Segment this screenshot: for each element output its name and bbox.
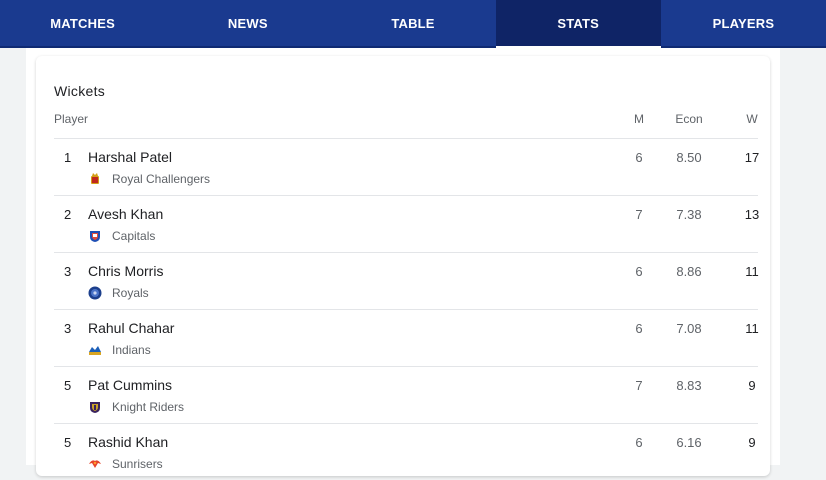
player-rank: 1 — [64, 150, 72, 165]
economy-value: 8.50 — [676, 150, 702, 165]
team-name: Sunrisers — [112, 457, 163, 471]
wickets-value: 13 — [744, 207, 760, 222]
player-team: Indians — [88, 343, 151, 357]
player-rank: 3 — [64, 321, 72, 336]
tab-matches[interactable]: MATCHES — [0, 0, 165, 46]
economy-value: 7.08 — [676, 321, 702, 336]
header-matches: M — [634, 112, 644, 126]
team-name: Knight Riders — [112, 400, 185, 414]
player-name[interactable]: Chris Morris — [88, 263, 163, 279]
player-rank: 5 — [64, 435, 72, 450]
matches-value: 7 — [635, 378, 643, 393]
header-wickets: W — [746, 112, 758, 126]
player-rank: 3 — [64, 264, 72, 279]
indians-logo-icon — [88, 343, 102, 357]
wickets-table: 1 Harshal Patel Royal Challengers 6 8.50… — [54, 138, 759, 480]
table-row[interactable]: 3 Rahul Chahar Indians 6 7.08 11 — [54, 309, 759, 366]
knight-riders-logo-icon — [88, 400, 102, 414]
table-row[interactable]: 5 Pat Cummins Knight Riders 7 8.83 9 — [54, 366, 758, 423]
table-row[interactable]: 1 Harshal Patel Royal Challengers 6 8.50… — [54, 138, 759, 195]
team-name: Capitals — [112, 229, 156, 243]
table-row[interactable]: 3 Chris Morris Royals 6 8.86 11 — [54, 252, 759, 309]
matches-value: 6 — [635, 321, 643, 336]
matches-value: 6 — [635, 435, 643, 450]
team-name: Indians — [112, 343, 151, 357]
player-name[interactable]: Rahul Chahar — [88, 320, 174, 336]
team-name: Royals — [112, 286, 149, 300]
player-team: Knight Riders — [88, 400, 184, 414]
tab-table[interactable]: TABLE — [330, 0, 495, 46]
table-header: Player M Econ W — [54, 112, 758, 138]
capitals-logo-icon — [88, 229, 102, 243]
table-row[interactable]: 5 Rashid Khan Sunrisers 6 6.16 9 — [54, 423, 758, 480]
tab-players[interactable]: PLAYERS — [661, 0, 826, 46]
card-title: Wickets — [54, 83, 106, 99]
player-team: Sunrisers — [88, 457, 163, 471]
header-economy: Econ — [675, 112, 703, 126]
economy-value: 8.86 — [676, 264, 702, 279]
sunrisers-logo-icon — [88, 457, 102, 471]
player-name[interactable]: Harshal Patel — [88, 149, 172, 165]
player-name[interactable]: Rashid Khan — [88, 434, 168, 450]
content-area: Wickets Player M Econ W 1 Harshal Patel … — [26, 48, 780, 476]
wickets-value: 9 — [748, 378, 756, 393]
tab-stats[interactable]: STATS — [495, 0, 661, 48]
player-team: Capitals — [88, 229, 155, 243]
wickets-value: 9 — [748, 435, 756, 450]
economy-value: 8.83 — [676, 378, 702, 393]
player-team: Royal Challengers — [88, 172, 210, 186]
wickets-card: Wickets Player M Econ W 1 Harshal Patel … — [36, 56, 770, 476]
matches-value: 6 — [635, 264, 643, 279]
table-row[interactable]: 2 Avesh Khan Capitals 7 7.38 13 — [54, 195, 759, 252]
player-rank: 5 — [64, 378, 72, 393]
wickets-value: 11 — [745, 264, 759, 279]
team-name: Royal Challengers — [112, 172, 211, 186]
economy-value: 7.38 — [676, 207, 702, 222]
matches-value: 7 — [635, 207, 643, 222]
player-team: Royals — [88, 286, 149, 300]
royals-logo-icon — [88, 286, 102, 300]
player-rank: 2 — [64, 207, 72, 222]
royal-challengers-logo-icon — [88, 172, 102, 186]
wickets-value: 11 — [745, 321, 759, 336]
wickets-value: 17 — [744, 150, 760, 165]
tab-news[interactable]: NEWS — [165, 0, 330, 46]
header-player: Player — [54, 112, 89, 126]
player-name[interactable]: Pat Cummins — [88, 377, 172, 393]
top-navigation: MATCHES NEWS TABLE STATS PLAYERS — [0, 0, 826, 48]
player-name[interactable]: Avesh Khan — [88, 206, 163, 222]
economy-value: 6.16 — [676, 435, 702, 450]
matches-value: 6 — [635, 150, 643, 165]
